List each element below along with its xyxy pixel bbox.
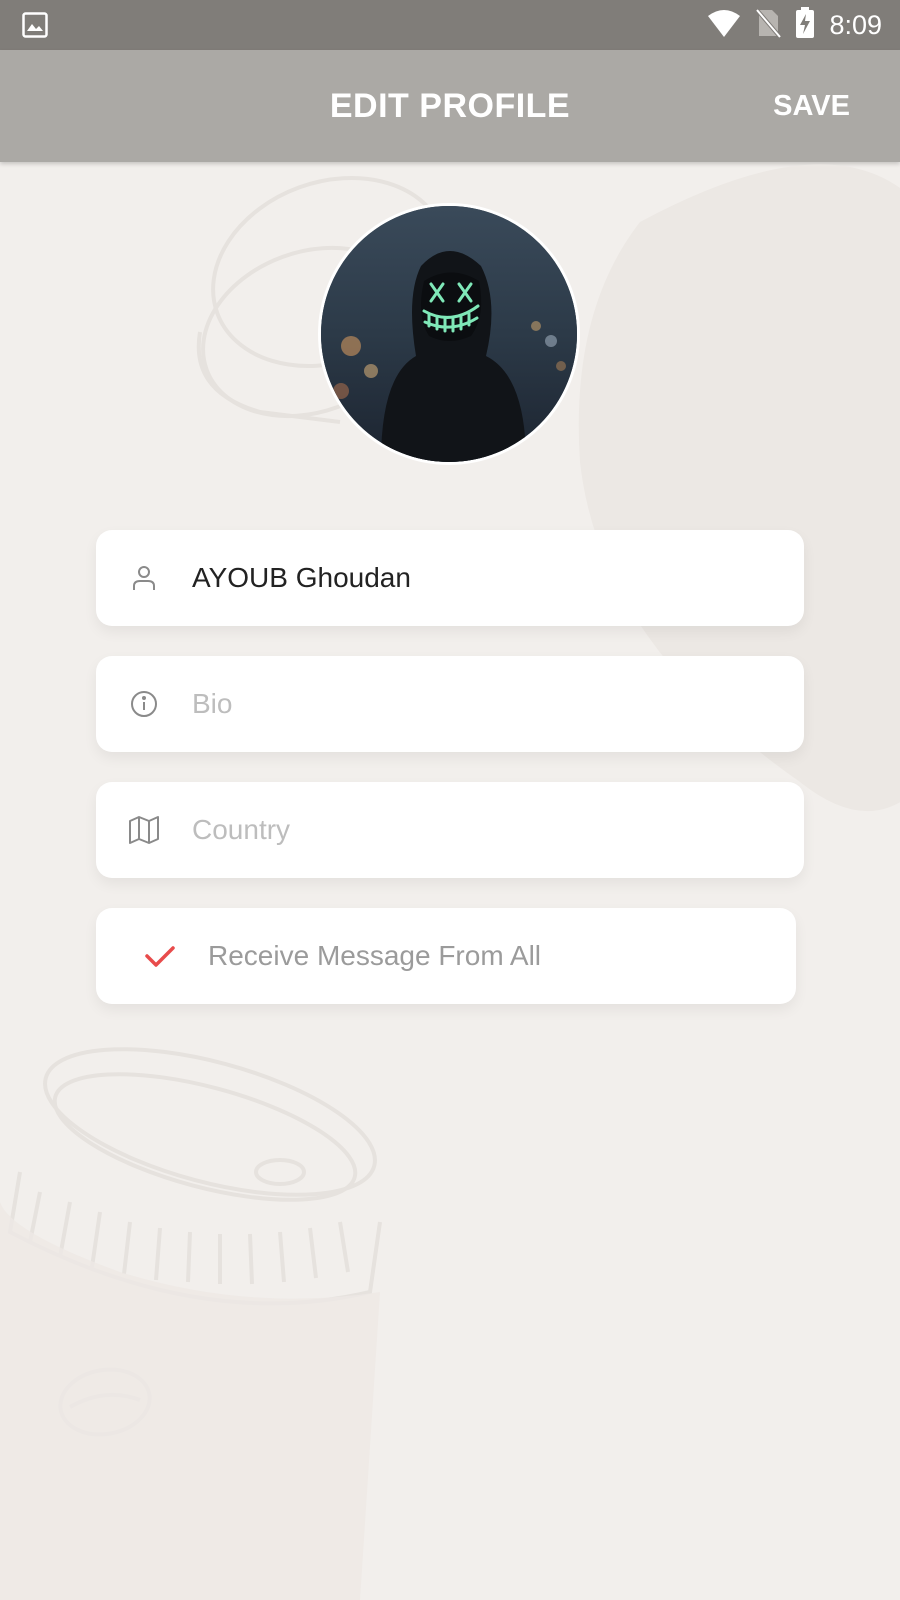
status-bar: 8:09: [0, 0, 900, 50]
avatar-photo: [321, 206, 577, 462]
profile-avatar[interactable]: [318, 203, 580, 465]
info-icon: [128, 688, 160, 720]
receive-messages-toggle[interactable]: Receive Message From All: [96, 908, 796, 1004]
status-time: 8:09: [829, 9, 882, 40]
map-icon: [128, 814, 160, 846]
page-title: EDIT PROFILE: [329, 87, 571, 125]
status-icons: 8:09: [707, 0, 882, 50]
name-field[interactable]: AYOUB Ghoudan: [96, 530, 804, 626]
country-field[interactable]: Country: [96, 782, 804, 878]
app-bar: EDIT PROFILE SAVE: [0, 50, 900, 162]
no-sim-icon: [755, 8, 782, 43]
country-placeholder: Country: [192, 814, 291, 845]
person-icon: [128, 562, 160, 594]
save-button[interactable]: SAVE: [773, 50, 850, 162]
image-icon: [22, 12, 48, 38]
check-icon[interactable]: [144, 940, 176, 972]
receive-messages-label: Receive Message From All: [208, 940, 542, 971]
bio-field[interactable]: Bio: [96, 656, 804, 752]
battery-charging-icon: [795, 6, 815, 44]
bio-placeholder: Bio: [192, 688, 233, 719]
wifi-icon: [707, 8, 741, 43]
name-value: AYOUB Ghoudan: [192, 562, 411, 593]
